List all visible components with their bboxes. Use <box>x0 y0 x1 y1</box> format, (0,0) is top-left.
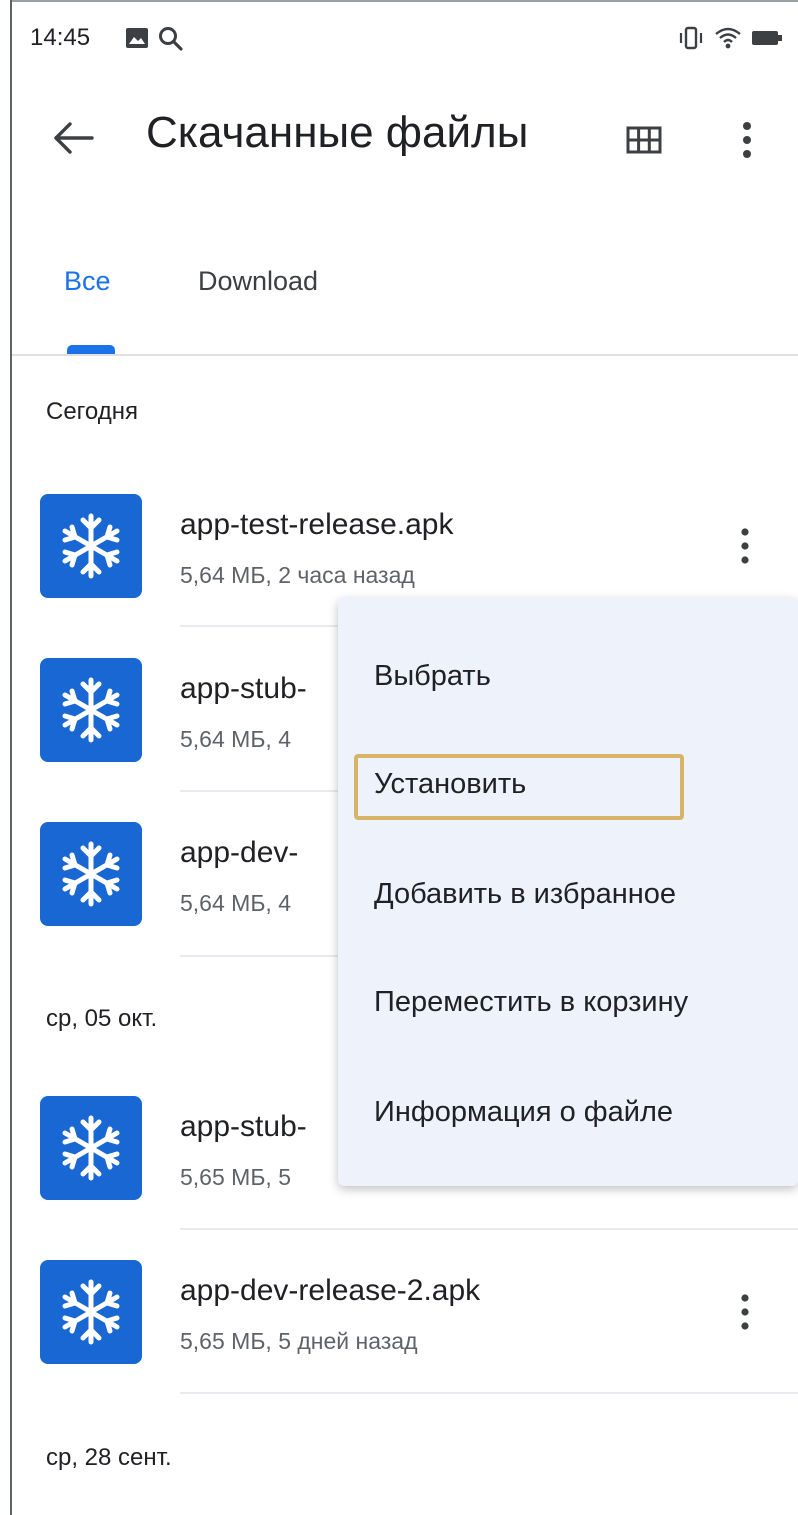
snowflake-icon <box>62 677 120 743</box>
file-icon[interactable] <box>40 1096 142 1200</box>
section-header: Сегодня <box>46 398 138 425</box>
frame-left-border <box>10 0 12 1515</box>
file-meta: 5,64 МБ, 4 <box>180 726 291 752</box>
file-name[interactable]: app-dev-release-2.apk <box>180 1274 480 1308</box>
search-icon <box>159 27 183 51</box>
snowflake-icon <box>62 513 120 579</box>
menu-item-select[interactable]: Выбрать <box>374 660 491 693</box>
page-title: Скачанные файлы <box>146 108 529 157</box>
file-meta: 5,65 МБ, 5 <box>180 1164 291 1190</box>
tab-all[interactable]: Все <box>64 266 111 297</box>
snowflake-icon <box>62 841 120 907</box>
back-arrow-icon[interactable] <box>50 114 98 162</box>
wifi-icon <box>715 27 741 49</box>
battery-icon <box>752 31 782 45</box>
file-icon[interactable] <box>40 822 142 926</box>
file-name[interactable]: app-stub- <box>180 672 307 706</box>
top-app-bar: Скачанные файлы <box>12 100 798 180</box>
file-name[interactable]: app-dev- <box>180 836 298 870</box>
tab-divider <box>12 354 798 356</box>
file-name[interactable]: app-test-release.apk <box>180 508 454 542</box>
context-menu: Выбрать Установить Добавить в избранное … <box>338 598 798 1186</box>
file-icon[interactable] <box>40 494 142 598</box>
file-meta: 5,64 МБ, 2 часа назад <box>180 562 415 588</box>
more-vert-icon[interactable] <box>732 118 762 162</box>
more-vert-icon[interactable] <box>730 1290 760 1334</box>
image-icon <box>126 28 148 48</box>
frame-top-border <box>10 0 798 2</box>
grid-view-icon[interactable] <box>624 120 664 160</box>
file-icon[interactable] <box>40 1260 142 1364</box>
section-header: ср, 05 окт. <box>46 1005 158 1032</box>
row-divider <box>180 1392 798 1394</box>
row-divider <box>180 1228 798 1230</box>
status-right-icons <box>678 26 782 50</box>
file-meta: 5,64 МБ, 4 <box>180 890 291 916</box>
file-icon[interactable] <box>40 658 142 762</box>
menu-item-move-to-trash[interactable]: Переместить в корзину <box>374 986 688 1019</box>
more-vert-icon[interactable] <box>730 524 760 568</box>
snowflake-icon <box>62 1115 120 1181</box>
tab-download[interactable]: Download <box>198 266 318 297</box>
status-bar: 14:45 <box>30 22 790 62</box>
file-meta: 5,65 МБ, 5 дней назад <box>180 1328 418 1354</box>
snowflake-icon <box>62 1279 120 1345</box>
section-header: ср, 28 сент. <box>46 1444 172 1471</box>
status-time: 14:45 <box>30 24 91 51</box>
vibrate-icon <box>679 26 703 50</box>
menu-item-add-favorite[interactable]: Добавить в избранное <box>374 878 676 911</box>
file-name[interactable]: app-stub- <box>180 1110 307 1144</box>
menu-item-install[interactable]: Установить <box>374 768 526 801</box>
menu-item-file-info[interactable]: Информация о файле <box>374 1096 673 1129</box>
